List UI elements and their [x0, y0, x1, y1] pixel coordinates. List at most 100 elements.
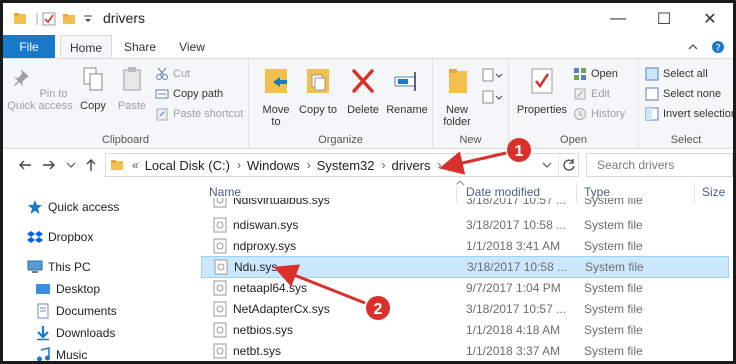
- tab-home[interactable]: Home: [60, 35, 112, 59]
- breadcrumb-system32[interactable]: System32: [317, 158, 375, 173]
- paste-shortcut-icon: [156, 108, 168, 121]
- maximize-button[interactable]: ☐: [641, 3, 687, 35]
- collapse-ribbon-icon[interactable]: [687, 42, 699, 52]
- documents-icon: [37, 303, 49, 319]
- rename-button[interactable]: Rename: [385, 65, 429, 116]
- chevron-right-icon[interactable]: ›: [237, 158, 241, 172]
- nav-item-music[interactable]: Music: [35, 345, 87, 361]
- nav-item-downloads[interactable]: Downloads: [35, 323, 115, 343]
- nav-item-quick-access[interactable]: Quick access: [27, 197, 119, 217]
- table-row[interactable]: NetAdapterCx.sys 3/18/2017 10:57 ... Sys…: [201, 299, 729, 319]
- table-row[interactable]: netaapl64.sys 9/7/2017 1:04 PM System fi…: [201, 278, 729, 298]
- forward-button[interactable]: [39, 155, 59, 175]
- system-file-icon: [213, 280, 227, 296]
- customize-toolbar-icon[interactable]: [81, 11, 95, 27]
- column-header-size[interactable]: Size: [702, 185, 725, 199]
- invert-selection-icon: [645, 107, 659, 121]
- nav-item-documents[interactable]: Documents: [35, 301, 117, 321]
- back-button[interactable]: [15, 155, 35, 175]
- recent-locations-button[interactable]: [61, 155, 81, 175]
- breadcrumb-drivers[interactable]: drivers: [392, 158, 431, 173]
- edit-icon: [574, 88, 586, 100]
- address-history-icon[interactable]: [542, 161, 552, 169]
- window-title: drivers: [103, 10, 146, 26]
- invert-selection-button[interactable]: Invert selection: [645, 105, 733, 123]
- easy-access-icon[interactable]: [481, 89, 503, 105]
- delete-button[interactable]: Delete: [343, 65, 383, 116]
- pin-to-quick-access-button[interactable]: Pin to Quick access: [7, 65, 73, 112]
- scissors-icon: [156, 67, 168, 80]
- system-file-icon: [213, 343, 227, 359]
- computer-icon: [27, 260, 43, 273]
- cut-button[interactable]: Cut: [155, 65, 190, 83]
- refresh-icon[interactable]: [562, 158, 576, 172]
- copy-button[interactable]: Copy: [75, 65, 111, 112]
- file-list: Name Date modified Type Size Ndisvirtual…: [193, 181, 733, 361]
- search-input[interactable]: Search drivers: [597, 158, 674, 172]
- new-item-icon[interactable]: [481, 67, 503, 83]
- paste-shortcut-button[interactable]: Paste shortcut: [155, 105, 243, 123]
- search-box[interactable]: Search drivers: [586, 153, 733, 177]
- minimize-button[interactable]: —: [595, 3, 641, 35]
- tab-view[interactable]: View: [169, 35, 215, 59]
- up-button[interactable]: [81, 155, 101, 175]
- column-header-name[interactable]: Name: [209, 185, 241, 199]
- edit-button[interactable]: Edit: [573, 85, 610, 103]
- table-row[interactable]: ndiswan.sys 3/18/2017 10:58 ... System f…: [201, 215, 729, 235]
- new-group-label: New: [459, 134, 482, 146]
- chevron-right-icon[interactable]: ›: [438, 158, 442, 172]
- select-group-label: Select: [670, 134, 702, 146]
- title-bar: drivers — ☐ ✕: [3, 3, 733, 35]
- table-row[interactable]: Ndisvirtualbus.sys 3/18/2017 10:57 ... S…: [201, 198, 729, 212]
- nav-item-desktop[interactable]: Desktop: [35, 279, 100, 299]
- system-file-icon: [213, 217, 227, 233]
- system-file-icon: [213, 238, 227, 254]
- chevron-right-icon[interactable]: ›: [382, 158, 386, 172]
- history-button[interactable]: History: [573, 105, 625, 123]
- new-group: New folder New: [433, 59, 509, 148]
- nav-item-this-pc[interactable]: This PC: [27, 257, 91, 277]
- column-header-date[interactable]: Date modified: [466, 185, 540, 199]
- nav-item-dropbox[interactable]: Dropbox: [27, 227, 93, 247]
- breadcrumb-windows[interactable]: Windows: [247, 158, 300, 173]
- select-none-button[interactable]: Select none: [645, 85, 721, 103]
- paste-button[interactable]: Paste: [113, 65, 151, 112]
- system-file-icon: [213, 198, 227, 208]
- new-folder-quick-icon[interactable]: [62, 11, 76, 27]
- table-row[interactable]: netbt.sys 1/1/2018 3:37 AM System file: [201, 341, 729, 361]
- table-row[interactable]: netbios.sys 1/1/2018 4:18 AM System file: [201, 320, 729, 340]
- properties-icon: [531, 68, 553, 94]
- folder-icon: [14, 13, 26, 24]
- music-icon: [37, 347, 50, 361]
- organize-group: Move to Copy to Delete Rename Organize: [249, 59, 433, 148]
- chevron-down-icon: [66, 162, 76, 168]
- copy-to-button[interactable]: Copy to: [299, 65, 337, 116]
- column-header-type[interactable]: Type: [584, 185, 610, 199]
- new-folder-button[interactable]: New folder: [437, 65, 477, 128]
- delete-x-icon: [352, 69, 374, 93]
- help-icon[interactable]: ?: [711, 40, 725, 54]
- properties-quick-icon[interactable]: [41, 11, 57, 27]
- close-button[interactable]: ✕: [687, 3, 733, 35]
- dropbox-icon: [27, 231, 43, 243]
- table-row-selected[interactable]: Ndu.sys 3/18/2017 10:58 ... System file: [201, 256, 729, 278]
- open-group: Properties Open Edit History Open: [509, 59, 639, 148]
- copy-path-button[interactable]: Copy path: [155, 85, 223, 103]
- move-to-button[interactable]: Move to: [257, 65, 295, 128]
- tab-file[interactable]: File: [3, 35, 55, 59]
- tab-share[interactable]: Share: [116, 35, 164, 59]
- properties-button[interactable]: Properties: [513, 65, 571, 116]
- address-bar[interactable]: « Local Disk (C:) › Windows › System32 ›…: [105, 153, 579, 177]
- explorer-window: drivers — ☐ ✕ File Home Share View ? Pin…: [0, 0, 736, 364]
- table-row[interactable]: ndproxy.sys 1/1/2018 3:41 AM System file: [201, 236, 729, 256]
- ribbon-tabs: File Home Share View ?: [3, 35, 733, 59]
- breadcrumb-local-disk[interactable]: Local Disk (C:): [145, 158, 230, 173]
- breadcrumb-overflow[interactable]: «: [132, 158, 139, 172]
- select-all-button[interactable]: Select all: [645, 65, 708, 83]
- open-icon: [574, 68, 586, 80]
- open-button[interactable]: Open: [573, 65, 618, 83]
- address-toolbar: « Local Disk (C:) › Windows › System32 ›…: [3, 150, 733, 180]
- history-icon: [574, 108, 586, 120]
- chevron-right-icon[interactable]: ›: [307, 158, 311, 172]
- navigation-pane: Quick access Dropbox This PC Desktop Doc…: [3, 181, 193, 361]
